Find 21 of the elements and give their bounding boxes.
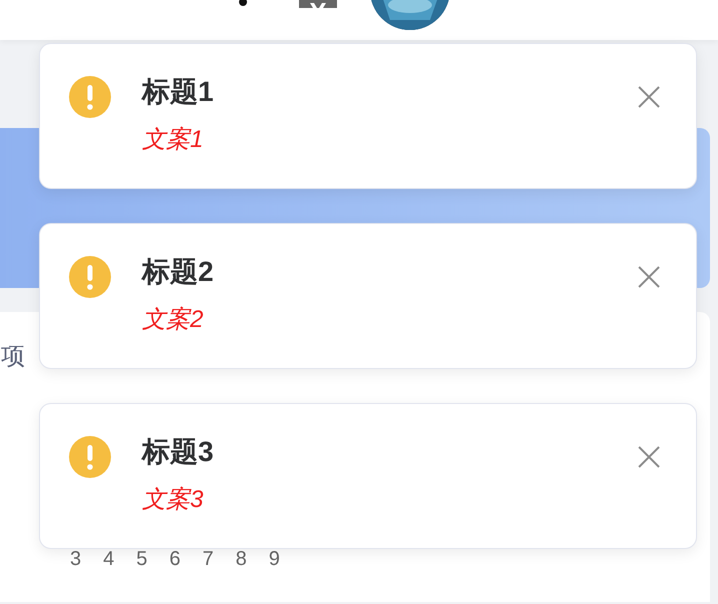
- page-number[interactable]: 4: [103, 548, 114, 571]
- page-number[interactable]: 5: [136, 548, 148, 571]
- notification-message: 文案3: [142, 486, 204, 514]
- warning-icon: [69, 256, 111, 298]
- page-number[interactable]: 3: [70, 548, 82, 571]
- page-number[interactable]: 7: [202, 548, 214, 571]
- page-number[interactable]: 8: [236, 548, 247, 571]
- notification-title: 标题1: [142, 76, 215, 108]
- page-number[interactable]: 9: [268, 548, 280, 571]
- close-icon[interactable]: [638, 446, 660, 468]
- page-number[interactable]: 6: [169, 548, 180, 571]
- section-label: 项: [1, 342, 25, 372]
- notification-title: 标题3: [142, 436, 215, 468]
- notification-title: 标题2: [142, 256, 215, 288]
- fullscreen-icon[interactable]: [299, 0, 337, 8]
- notification-message: 文案1: [142, 126, 204, 154]
- notification-message: 文案2: [142, 306, 204, 334]
- close-icon[interactable]: [638, 266, 660, 288]
- warning-icon: [69, 436, 111, 478]
- warning-icon: [69, 76, 111, 118]
- close-icon[interactable]: [638, 86, 660, 108]
